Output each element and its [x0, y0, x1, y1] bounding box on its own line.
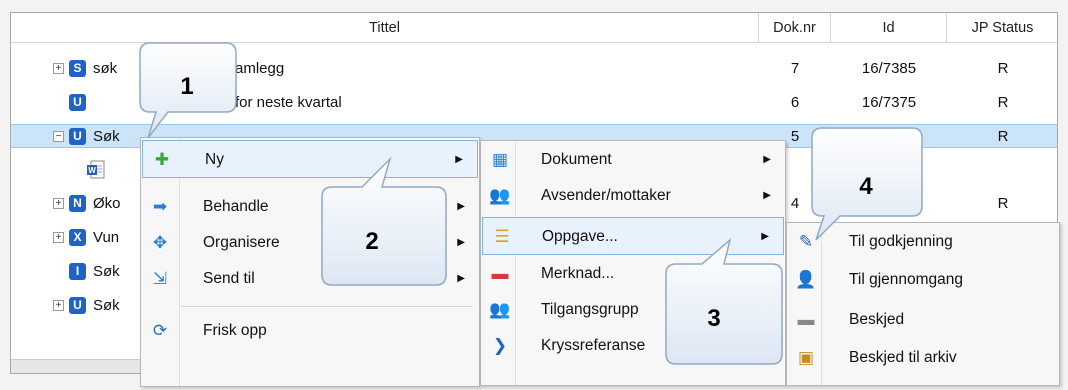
arrow-right-icon: ➡: [152, 197, 168, 216]
horizontal-scrollbar[interactable]: [11, 359, 151, 373]
callout-number: 4: [859, 173, 873, 200]
callout-3: 3: [665, 237, 783, 365]
menu-item-label: Til gjennomgang: [849, 271, 964, 288]
word-document-icon: W: [87, 160, 105, 179]
expand-icon[interactable]: +: [53, 63, 64, 74]
submenu-arrow-icon: ▶: [457, 273, 465, 284]
submenu-arrow-icon: ▶: [763, 154, 771, 165]
row-id: 16/7385: [861, 60, 917, 77]
expand-icon[interactable]: +: [53, 198, 64, 209]
u-type-icon: U: [69, 128, 86, 145]
submenu-arrow-icon: ▶: [457, 237, 465, 248]
send-icon: ⇲: [152, 269, 168, 288]
menu-item-dokument[interactable]: ▦ Dokument ▶: [481, 141, 785, 179]
move-icon: ✥: [152, 233, 168, 252]
table-header: Tittel Dok.nr Id JP Status: [11, 13, 1057, 43]
expand-icon[interactable]: +: [53, 232, 64, 243]
menu-item-beskjed-til-arkiv[interactable]: ▣ Beskjed til arkiv: [787, 339, 1059, 377]
message-icon: ▬: [797, 310, 815, 329]
row-doknr: 7: [790, 60, 800, 77]
menu-item-label: Send til: [203, 270, 255, 287]
menu-item-label: Kryssreferanse: [541, 337, 646, 354]
s-type-icon: S: [69, 60, 86, 77]
row-title-tail: for neste kvartal: [235, 94, 342, 111]
refresh-icon: ⟳: [152, 321, 168, 340]
row-title: Søk: [93, 263, 120, 280]
menu-item-label: Oppgave...: [542, 228, 618, 245]
menu-item-label: Merknad...: [541, 265, 615, 282]
row-id: 16/7375: [861, 94, 917, 111]
column-header-title[interactable]: Tittel: [11, 13, 759, 43]
column-header-jp-status[interactable]: JP Status: [947, 13, 1057, 43]
u-type-icon: U: [69, 297, 86, 314]
column-header-doknr[interactable]: Dok.nr: [759, 13, 831, 43]
callout-2: 2: [321, 156, 447, 286]
collapse-icon[interactable]: −: [53, 131, 64, 142]
menu-item-label: Organisere: [203, 234, 280, 251]
group-icon: 👥: [489, 300, 511, 319]
n-type-icon: N: [69, 195, 86, 212]
plus-icon: ✚: [154, 150, 170, 169]
menu-item-til-gjennomgang[interactable]: 👤 Til gjennomgang: [787, 261, 1059, 299]
callout-number: 1: [180, 73, 193, 100]
document-icon: ▦: [491, 150, 509, 169]
row-title: Øko: [93, 195, 121, 212]
callout-4: 4: [811, 127, 923, 241]
menu-item-beskjed[interactable]: ▬ Beskjed: [787, 301, 1059, 339]
menu-item-label: Behandle: [203, 198, 269, 215]
row-status: R: [997, 128, 1009, 145]
submenu-arrow-icon: ▶: [457, 201, 465, 212]
menu-item-frisk-opp[interactable]: ⟳ Frisk opp: [141, 312, 479, 350]
menu-item-label: Beskjed til arkiv: [849, 349, 957, 366]
archive-icon: ▣: [797, 348, 815, 367]
comment-icon: ▬: [491, 264, 509, 283]
row-title: Søk: [93, 297, 120, 314]
contacts-icon: 👥: [489, 186, 511, 205]
submenu-oppgave: ✎ Til godkjenning 👤 Til gjennomgang ▬ Be…: [786, 222, 1060, 386]
i-type-icon: I: [69, 263, 86, 280]
row-status: R: [997, 60, 1009, 77]
callout-1: 1: [139, 42, 237, 139]
menu-item-label: Ny: [205, 151, 224, 168]
u-type-icon: U: [69, 94, 86, 111]
person-icon: 👤: [795, 270, 817, 289]
menu-item-label: Frisk opp: [203, 322, 267, 339]
menu-item-label: Beskjed: [849, 311, 905, 328]
row-doknr: 6: [790, 94, 800, 111]
expand-icon[interactable]: +: [53, 300, 64, 311]
x-type-icon: X: [69, 229, 86, 246]
submenu-arrow-icon: ▶: [455, 154, 463, 165]
menu-separator: [181, 306, 473, 307]
callout-number: 3: [707, 305, 720, 332]
row-title: Søk: [93, 128, 120, 145]
task-icon: ☰: [494, 227, 510, 246]
menu-item-label: Dokument: [541, 151, 612, 168]
column-header-id[interactable]: Id: [831, 13, 947, 43]
menu-item-avsender-mottaker[interactable]: 👥 Avsender/mottaker ▶: [481, 177, 785, 215]
callout-number: 2: [365, 228, 378, 255]
row-status: R: [997, 195, 1009, 212]
submenu-arrow-icon: ▶: [763, 190, 771, 201]
word-letter: W: [88, 166, 96, 175]
row-status: R: [997, 94, 1009, 111]
crossref-icon: ❯: [492, 336, 508, 355]
row-title: Vun: [93, 229, 120, 246]
menu-item-label: Avsender/mottaker: [541, 187, 671, 204]
row-title: søk: [93, 60, 118, 77]
menu-item-label: Tilgangsgrupp: [541, 301, 639, 318]
